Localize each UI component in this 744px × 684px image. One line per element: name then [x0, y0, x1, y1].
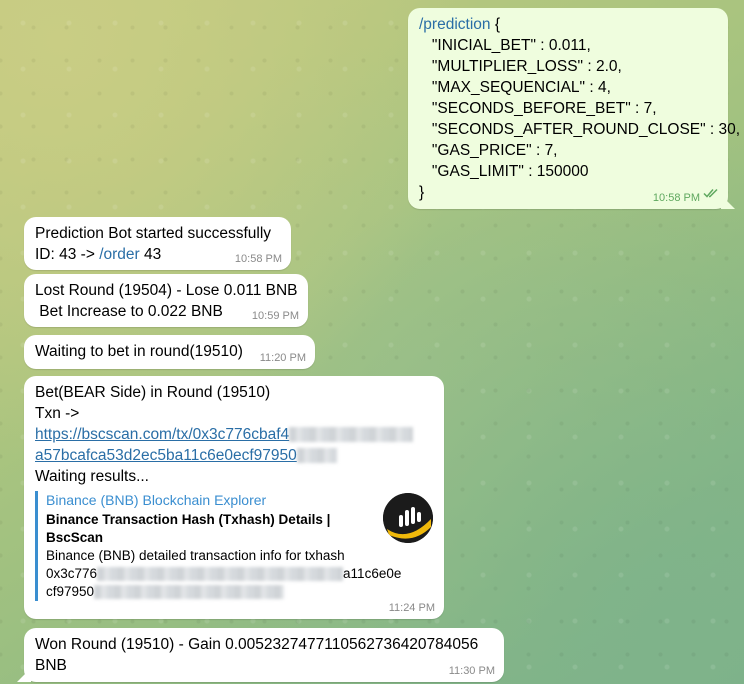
- incoming-message-started[interactable]: Prediction Bot started successfully ID: …: [24, 217, 291, 270]
- preview-description: Binance (BNB) detailed transaction info …: [46, 548, 345, 563]
- message-line: /prediction {: [419, 16, 500, 33]
- message-line: Bet(BEAR Side) in Round (19510): [35, 384, 271, 401]
- message-line: "INICIAL_BET" : 0.011,: [419, 37, 591, 54]
- message-line: "GAS_PRICE" : 7,: [419, 142, 558, 159]
- preview-hash-line: 0x3c776 a11c6e0e: [46, 566, 402, 582]
- command-link-prediction[interactable]: /prediction: [419, 16, 491, 33]
- message-time: 10:58 PM: [652, 192, 700, 204]
- message-line: "SECONDS_AFTER_ROUND_CLOSE" : 30,: [419, 121, 741, 138]
- bscscan-logo-icon: [383, 493, 433, 543]
- redacted-hash: [97, 567, 344, 582]
- redacted-hash: [289, 427, 414, 443]
- transaction-link-continued[interactable]: a57bcafca53d2ec5ba11c6e0ecf97950: [35, 445, 433, 466]
- message-time: 11:20 PM: [259, 352, 306, 364]
- message-line: BNB: [35, 657, 67, 674]
- message-time: 11:24 PM: [388, 602, 435, 614]
- message-line: "MULTIPLIER_LOSS" : 2.0,: [419, 58, 622, 75]
- message-line: "GAS_LIMIT" : 150000: [419, 163, 589, 180]
- redacted-hash: [94, 585, 285, 600]
- incoming-message-waiting[interactable]: Waiting to bet in round(19510) 11:20 PM: [24, 335, 315, 369]
- double-check-icon: [703, 183, 719, 204]
- preview-title: Binance Transaction Hash (Txhash) Detail…: [46, 512, 331, 545]
- message-line: Prediction Bot started successfully: [35, 225, 272, 242]
- message-line: Lost Round (19504) - Lose 0.011 BNB: [35, 282, 298, 299]
- message-line: Waiting results...: [35, 468, 149, 485]
- message-line: Txn ->: [35, 405, 80, 422]
- message-time: 11:30 PM: [448, 665, 495, 677]
- preview-site-name: Binance (BNB) Blockchain Explorer: [46, 492, 267, 508]
- preview-hash-line: cf97950: [46, 583, 433, 601]
- incoming-message-won-round[interactable]: Won Round (19510) - Gain 0.0052327477110…: [24, 628, 504, 682]
- message-line: Won Round (19510) - Gain 0.0052327477110…: [35, 636, 479, 653]
- incoming-message-lost-round[interactable]: Lost Round (19504) - Lose 0.011 BNB Bet …: [24, 274, 308, 327]
- message-time: 10:59 PM: [251, 310, 299, 322]
- transaction-link[interactable]: https://bscscan.com/tx/0x3c776cbaf4: [35, 424, 433, 445]
- link-preview[interactable]: Binance (BNB) Blockchain Explorer Binanc…: [35, 491, 433, 601]
- outgoing-message-prediction[interactable]: /prediction { "INICIAL_BET" : 0.011, "MU…: [408, 8, 741, 209]
- message-line: "MAX_SEQUENCIAL" : 4,: [419, 79, 611, 96]
- incoming-message-bet[interactable]: Bet(BEAR Side) in Round (19510) Txn -> h…: [24, 376, 444, 619]
- redacted-hash: [296, 448, 337, 464]
- message-line: "SECONDS_BEFORE_BET" : 7,: [419, 100, 657, 117]
- command-link-order[interactable]: /order: [99, 246, 140, 263]
- message-time: 10:58 PM: [234, 253, 282, 265]
